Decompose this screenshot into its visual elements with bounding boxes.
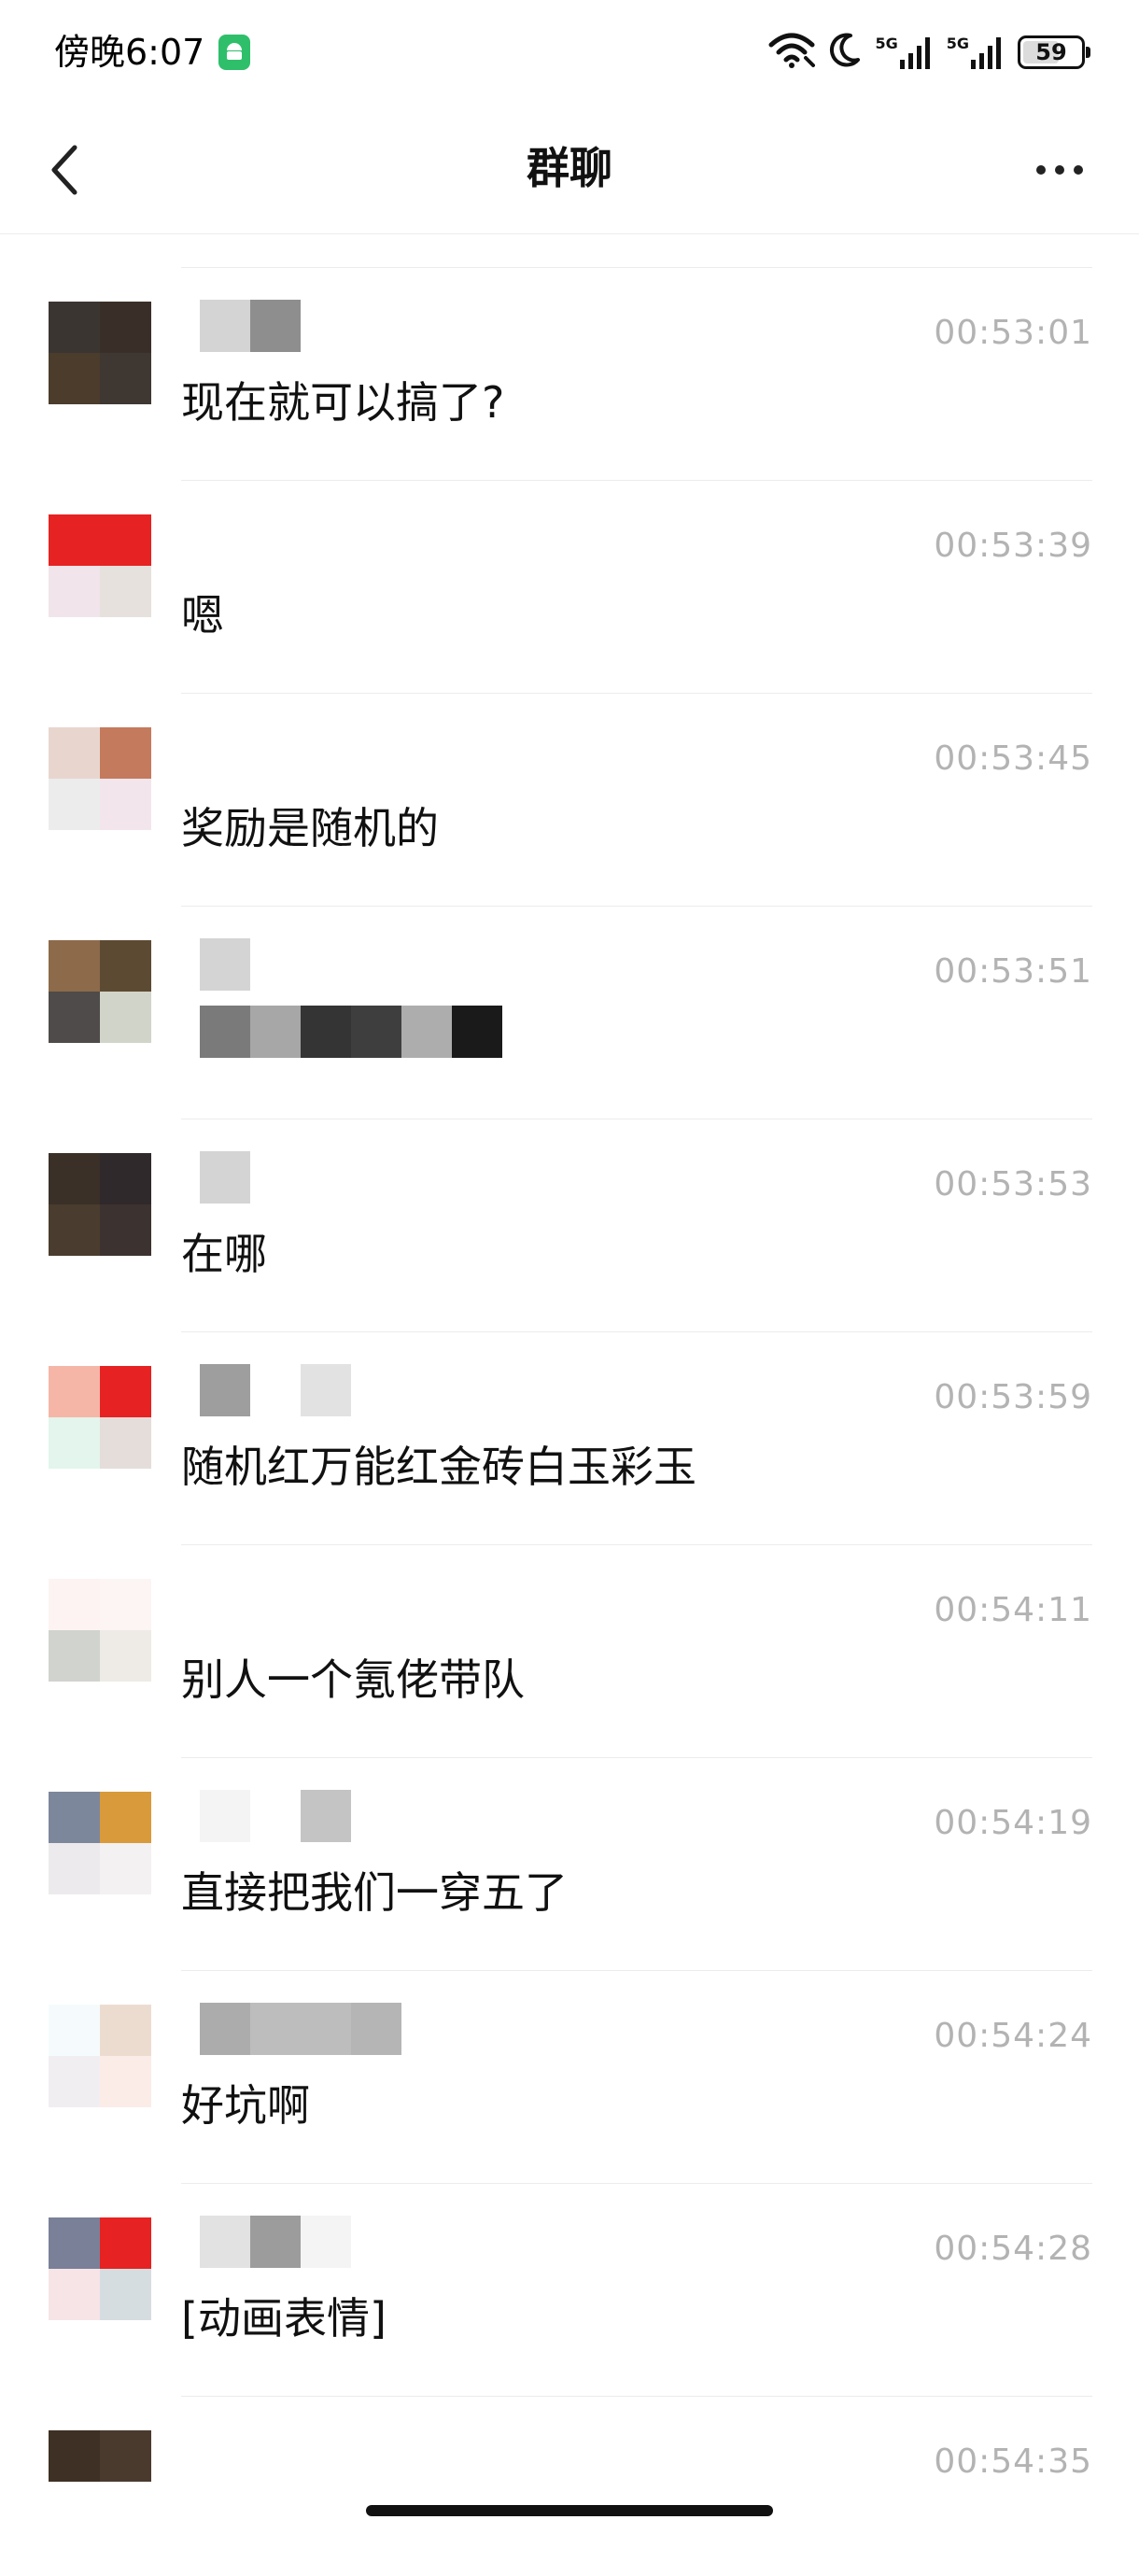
avatar[interactable]	[49, 302, 151, 404]
message-list[interactable]: 00:53:01 现在就可以搞了? 00:53:39 嗯 00:53:45 奖励是随机的 0…	[0, 234, 1139, 2576]
message-time: 00:54:28	[934, 2230, 1092, 2268]
sender-name-redacted	[200, 1790, 351, 1842]
divider	[181, 480, 1092, 481]
message-time: 00:54:35	[934, 2442, 1092, 2481]
message-time: 00:53:45	[934, 739, 1092, 778]
message-row[interactable]: 00:54:11 别人一个氪佬带队	[0, 1512, 1139, 1724]
sender-name-redacted	[200, 2216, 351, 2268]
message-time: 00:53:59	[934, 1378, 1092, 1416]
status-icons: 5G 5G 59	[768, 26, 1090, 78]
message-row[interactable]: 00:54:24 好坑啊	[0, 1937, 1139, 2150]
message-text: 随机红万能红金砖白玉彩玉	[181, 1442, 696, 1492]
network-label-1: 5G	[875, 35, 898, 52]
message-time: 00:54:11	[934, 1591, 1092, 1629]
avatar[interactable]	[49, 1579, 151, 1682]
message-row[interactable]: 00:53:59 随机红万能红金砖白玉彩玉	[0, 1299, 1139, 1512]
status-bar: 傍晚6:07 5G 5G 59	[0, 0, 1139, 103]
battery-icon: 59	[1018, 35, 1090, 69]
divider	[181, 1544, 1092, 1545]
message-text: [动画表情]	[181, 2293, 387, 2344]
divider	[181, 1757, 1092, 1758]
message-time: 00:54:24	[934, 2017, 1092, 2055]
avatar[interactable]	[49, 514, 151, 617]
sender-name-redacted	[200, 2003, 401, 2055]
network-label-2: 5G	[946, 35, 969, 52]
divider	[181, 1970, 1092, 1971]
nav-bar: 群聊	[0, 103, 1139, 234]
message-time: 00:54:19	[934, 1804, 1092, 1842]
sender-name-redacted	[200, 1151, 250, 1204]
avatar[interactable]	[49, 2430, 151, 2533]
divider	[181, 693, 1092, 694]
message-time: 00:53:51	[934, 952, 1092, 991]
status-time: 傍晚6:07	[54, 32, 205, 73]
message-time: 00:53:01	[934, 314, 1092, 352]
more-options-button[interactable]	[1018, 140, 1102, 200]
avatar[interactable]	[49, 727, 151, 830]
signal-icon	[899, 37, 930, 69]
sender-name-redacted	[200, 300, 301, 352]
message-text: 在哪	[181, 1229, 267, 1279]
avatar[interactable]	[49, 2217, 151, 2320]
avatar[interactable]	[49, 2005, 151, 2107]
message-row[interactable]: 00:53:39 嗯	[0, 447, 1139, 660]
more-dots-icon	[1036, 165, 1046, 175]
message-text: 现在就可以搞了?	[181, 377, 505, 428]
message-text: 嗯	[181, 590, 224, 640]
message-time: 00:53:53	[934, 1165, 1092, 1204]
android-notification-icon	[218, 35, 250, 70]
signal-group-1: 5G	[875, 35, 933, 69]
home-indicator[interactable]	[366, 2505, 773, 2516]
avatar[interactable]	[49, 940, 151, 1043]
message-text-redacted	[200, 1006, 502, 1058]
message-text: 别人一个氪佬带队	[181, 1654, 525, 1705]
divider	[181, 2183, 1092, 2184]
sender-name-redacted	[200, 1364, 351, 1416]
sender-name-redacted	[200, 938, 250, 991]
divider	[181, 906, 1092, 907]
avatar[interactable]	[49, 1792, 151, 1894]
message-row[interactable]: 00:54:28 [动画表情]	[0, 2150, 1139, 2363]
message-text: 奖励是随机的	[181, 803, 439, 853]
message-text: 好坑啊	[181, 2080, 310, 2131]
page-title: 群聊	[527, 143, 612, 193]
avatar[interactable]	[49, 1153, 151, 1256]
divider	[181, 267, 1092, 268]
message-text: 直接把我们一穿五了	[181, 1867, 568, 1918]
signal-icon	[971, 37, 1001, 69]
divider	[181, 2396, 1092, 2397]
moon-icon	[828, 32, 862, 73]
battery-level: 59	[1035, 39, 1067, 65]
message-row[interactable]: 00:54:19 直接把我们一穿五了	[0, 1724, 1139, 1937]
divider	[181, 1331, 1092, 1332]
signal-group-2: 5G	[947, 35, 1005, 69]
wifi-icon	[768, 32, 816, 73]
message-row[interactable]: 00:53:53 在哪	[0, 1086, 1139, 1299]
message-row[interactable]: 00:53:51	[0, 873, 1139, 1086]
message-row[interactable]: 00:53:01 现在就可以搞了?	[0, 234, 1139, 447]
message-row[interactable]: 00:53:45 奖励是随机的	[0, 660, 1139, 873]
message-row[interactable]: 00:54:35	[0, 2363, 1139, 2576]
avatar[interactable]	[49, 1366, 151, 1469]
message-time: 00:53:39	[934, 527, 1092, 565]
